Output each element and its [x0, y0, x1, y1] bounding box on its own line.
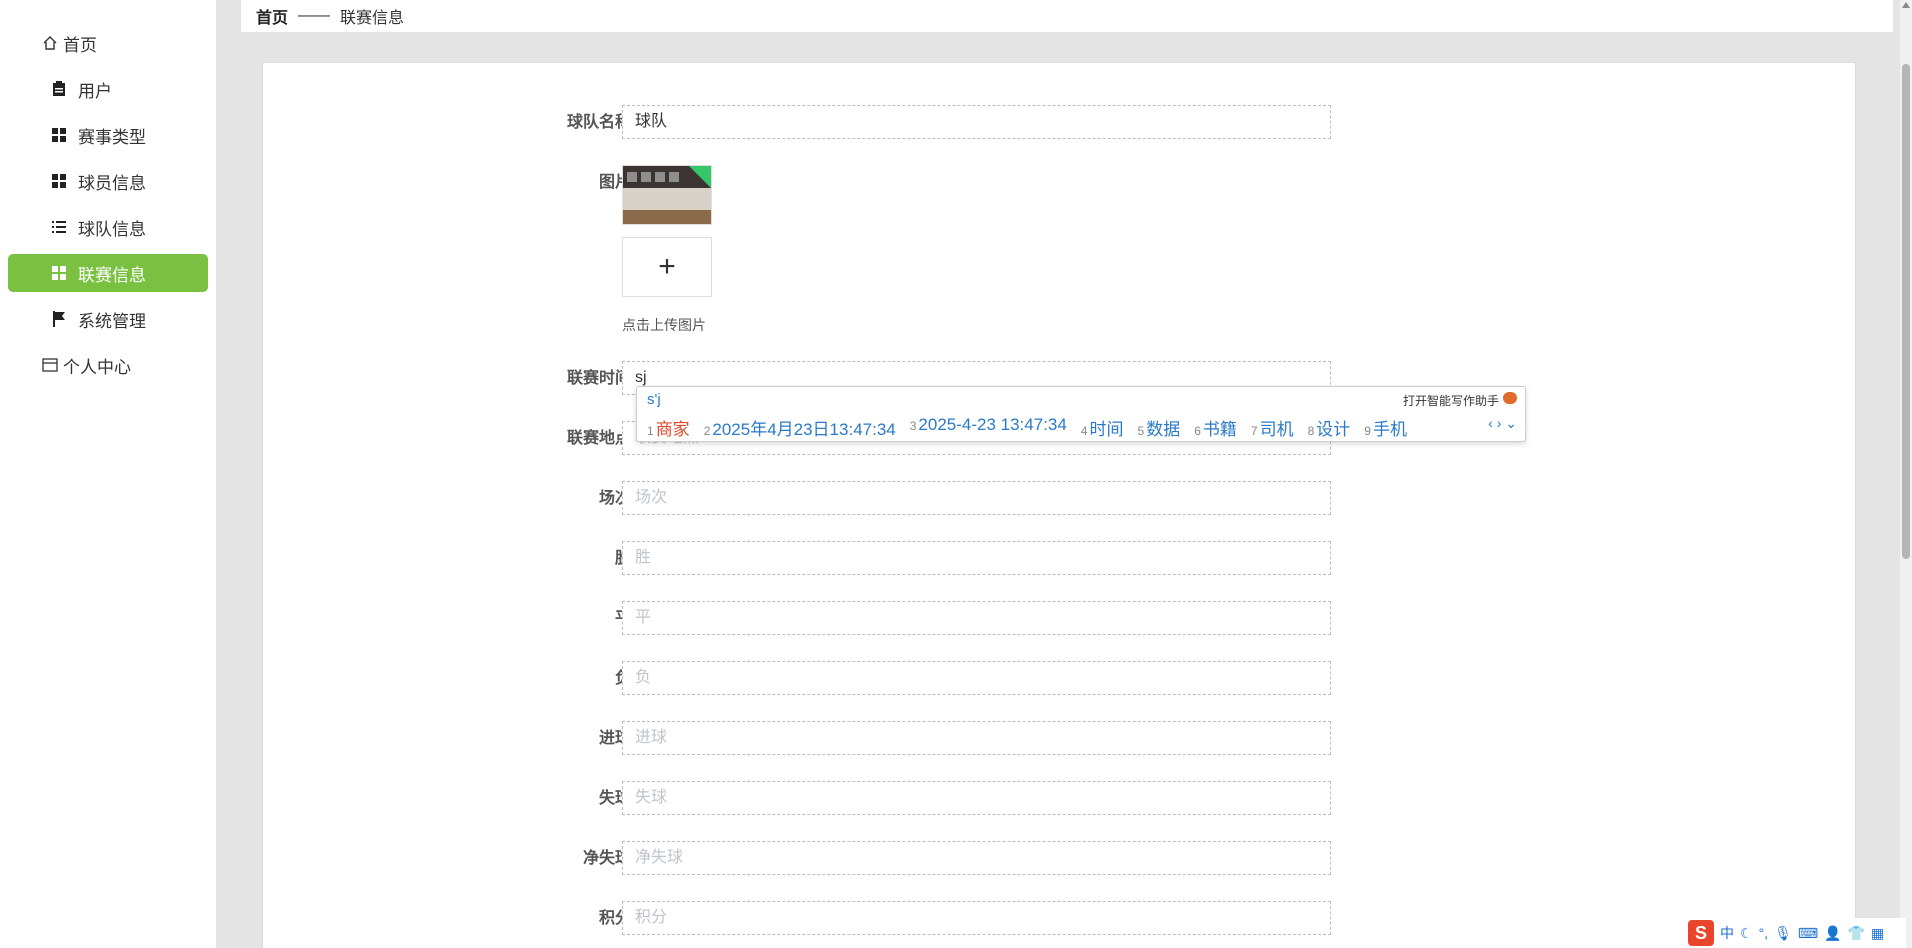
punctuation-icon[interactable]: °,	[1759, 925, 1769, 941]
assistant-icon[interactable]	[1503, 392, 1517, 404]
user-icon[interactable]: 👤	[1824, 925, 1841, 942]
mic-icon[interactable]: 🎙	[1774, 925, 1792, 942]
page-scrollbar[interactable]	[1900, 0, 1912, 948]
sidebar-item-label: 系统管理	[78, 311, 146, 331]
sidebar-item-event-type[interactable]: 赛事类型	[8, 116, 208, 154]
breadcrumb: 首页 —— 联赛信息	[241, 0, 1893, 32]
ime-candidate[interactable]: 8 设计	[1308, 415, 1351, 440]
ime-candidate[interactable]: 5 数据	[1138, 415, 1181, 440]
ime-composition: s'j	[647, 391, 661, 408]
breadcrumb-home[interactable]: 首页	[256, 4, 288, 28]
ime-mode-toggle[interactable]: 中	[1720, 923, 1734, 943]
ime-candidate[interactable]: 9 手机	[1364, 415, 1407, 440]
sidebar-item-users[interactable]: 用户	[8, 70, 208, 108]
form-row-team-name: 球队名称 球队	[263, 105, 1857, 141]
grid-icon	[50, 172, 68, 190]
form-card: 球队名称 球队 图片 + 点击上传图片 联赛时间 sj 联赛地点 场次 场次 胜…	[262, 62, 1856, 948]
sidebar-item-league[interactable]: 联赛信息	[8, 254, 208, 292]
grid-icon	[50, 264, 68, 282]
matches-input[interactable]: 场次	[622, 481, 1331, 515]
scroll-up-arrow-icon[interactable]	[1902, 2, 1910, 8]
sidebar-item-label: 球员信息	[78, 173, 146, 193]
loss-input[interactable]: 负	[622, 661, 1331, 695]
points-input[interactable]: 积分	[622, 901, 1331, 935]
sidebar: 首页 用户 赛事类型 球员信息 球队信息 联赛信息 系统管理 个人中心	[0, 0, 216, 948]
uploaded-image-thumbnail[interactable]	[622, 165, 712, 225]
sidebar-item-label: 首页	[63, 35, 97, 55]
sidebar-item-system[interactable]: 系统管理	[8, 300, 208, 338]
upload-add-button[interactable]: +	[622, 237, 712, 297]
form-row-goals-for: 进球 进球	[263, 721, 1857, 757]
draw-input[interactable]: 平	[622, 601, 1331, 635]
sogou-logo-icon[interactable]: S	[1688, 920, 1714, 946]
sidebar-item-profile[interactable]: 个人中心	[8, 346, 208, 384]
ime-candidate-list: 1 商家 2 2025年4月23日13:47:34 3 2025-4-23 13:47…	[647, 415, 1421, 440]
grid-icon	[50, 126, 68, 144]
apps-grid-icon[interactable]: ▦	[1871, 925, 1884, 942]
breadcrumb-separator: ——	[298, 7, 331, 24]
form-row-loss: 负 负	[263, 661, 1857, 697]
home-icon	[41, 34, 59, 52]
clipboard-icon	[50, 80, 68, 98]
form-row-draw: 平 平	[263, 601, 1857, 637]
ime-candidate[interactable]: 3 2025-4-23 13:47:34	[910, 415, 1067, 440]
keyboard-icon[interactable]: ⌨	[1798, 925, 1818, 942]
skin-icon[interactable]: 👕	[1848, 925, 1865, 942]
card-icon	[41, 356, 59, 374]
ime-candidate-popup: s'j 打开智能写作助手 1 商家 2 2025年4月23日13:47:34 3 20…	[636, 386, 1526, 442]
ime-assist-link[interactable]: 打开智能写作助手	[1403, 392, 1499, 409]
win-input[interactable]: 胜	[622, 541, 1331, 575]
list-icon	[50, 218, 68, 236]
upload-hint: 点击上传图片	[622, 317, 706, 333]
goal-diff-input[interactable]: 净失球	[622, 841, 1331, 875]
sidebar-item-home[interactable]: 首页	[8, 24, 208, 62]
ime-candidate[interactable]: 2 2025年4月23日13:47:34	[704, 415, 896, 440]
form-row-matches: 场次 场次	[263, 481, 1857, 517]
form-row-goal-diff: 净失球 净失球	[263, 841, 1857, 877]
ime-toolbar: S 中 ☾ °, 🎙 ⌨ 👤 👕 ▦	[1684, 918, 1906, 948]
ime-candidate[interactable]: 6 书籍	[1194, 415, 1237, 440]
sidebar-item-label: 个人中心	[63, 357, 131, 377]
breadcrumb-current: 联赛信息	[340, 10, 405, 27]
moon-icon[interactable]: ☾	[1740, 925, 1753, 942]
ime-candidate[interactable]: 1 商家	[647, 415, 690, 440]
ime-candidate[interactable]: 4 时间	[1081, 415, 1124, 440]
sidebar-item-players[interactable]: 球员信息	[8, 162, 208, 200]
main-area: 首页 —— 联赛信息 球队名称 球队 图片 + 点击上传图片 联赛时间 sj 联…	[216, 0, 1912, 948]
form-row-win: 胜 胜	[263, 541, 1857, 577]
sidebar-item-label: 球队信息	[78, 219, 146, 239]
flag-icon	[50, 310, 68, 328]
scrollbar-thumb[interactable]	[1902, 64, 1910, 559]
form-row-points: 积分 积分	[263, 901, 1857, 937]
team-name-input[interactable]: 球队	[622, 105, 1331, 139]
form-row-image: 图片	[263, 165, 1857, 201]
goals-for-input[interactable]: 进球	[622, 721, 1331, 755]
sidebar-item-label: 赛事类型	[78, 127, 146, 147]
sidebar-item-label: 联赛信息	[78, 265, 146, 285]
form-row-goals-against: 失球 失球	[263, 781, 1857, 817]
sidebar-item-label: 用户	[78, 81, 112, 101]
ime-candidate[interactable]: 7 司机	[1251, 415, 1294, 440]
goals-against-input[interactable]: 失球	[622, 781, 1331, 815]
ime-page-nav[interactable]: ‹ › ⌄	[1488, 415, 1517, 432]
sidebar-item-teams[interactable]: 球队信息	[8, 208, 208, 246]
